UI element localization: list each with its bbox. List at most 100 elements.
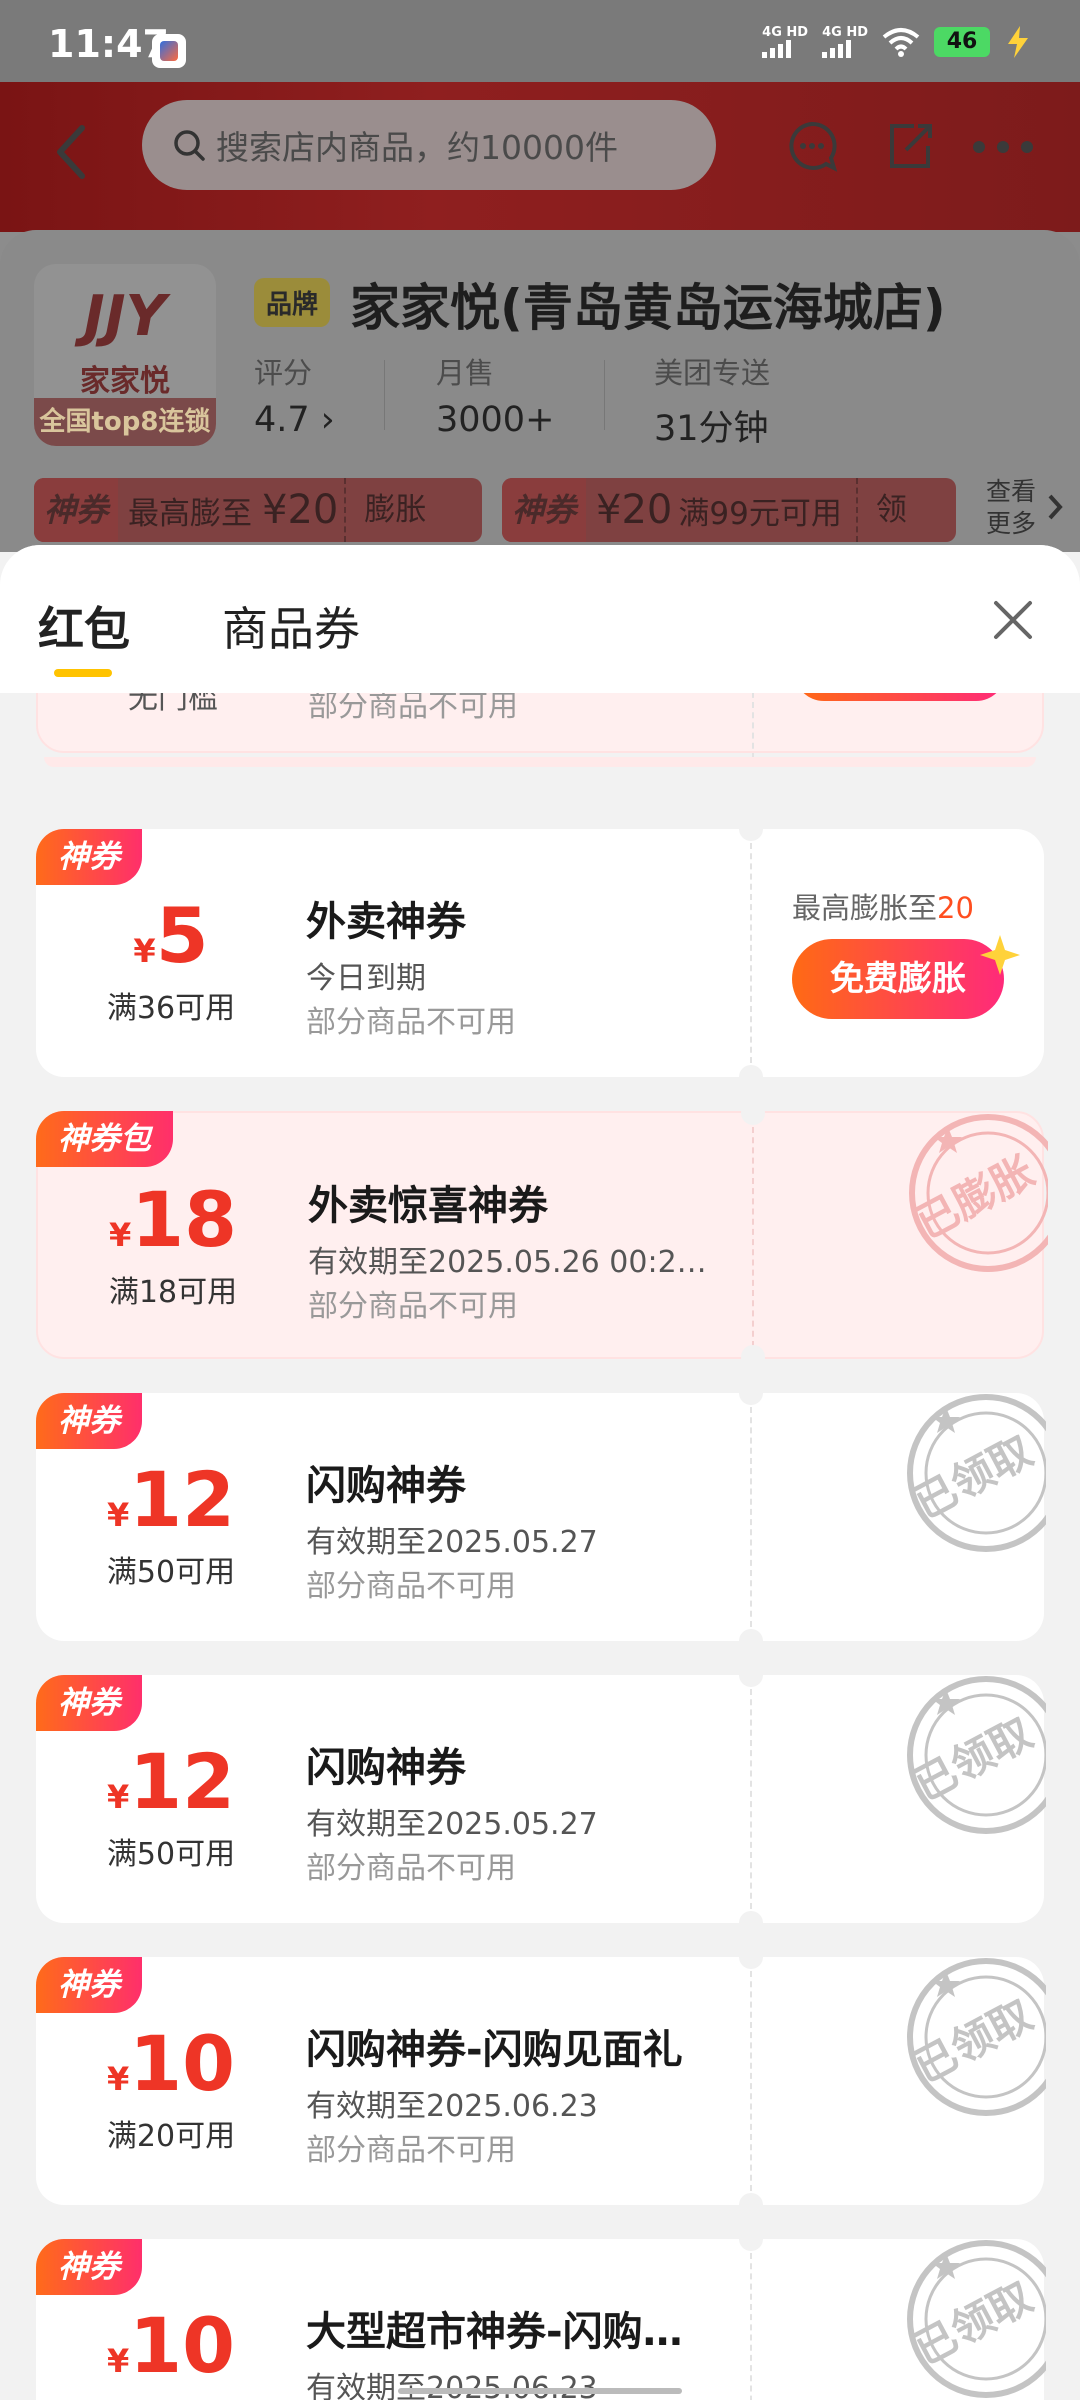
coupon-title: 大型超市神券-闪购…: [306, 2309, 683, 2355]
coupon-list: 无门槛 部分商品不可用 神券 ¥5 满36可用 外卖神券 今日到期 部分商品不可…: [0, 693, 1080, 2400]
more-options-icon[interactable]: [972, 140, 1034, 154]
coupon-divider: [750, 1689, 752, 1909]
amount-value: 12: [129, 1455, 236, 1544]
coupon-notch: [739, 817, 763, 841]
charging-bolt-icon: [1008, 26, 1028, 58]
expanded-stamp-icon: 已膨胀: [908, 1114, 1048, 1272]
coupon-condition: 满50可用: [106, 1837, 236, 1872]
rating-stat[interactable]: 评分 4.7 ›: [254, 350, 335, 440]
battery-indicator: 46: [934, 27, 990, 57]
divider: [384, 360, 385, 430]
amount-value: 10: [129, 2019, 236, 2108]
delivery-label: 美团专送: [654, 356, 771, 390]
currency-symbol: ¥: [106, 2060, 130, 2098]
view-more-line2: 更多: [986, 509, 1037, 538]
coupon-restriction: 部分商品不可用: [306, 1851, 516, 1886]
coupon-expiry: 今日到期: [306, 961, 426, 996]
promo-tag: 神券: [502, 478, 587, 542]
back-arrow-icon[interactable]: [52, 122, 92, 182]
coupon-expiry: 有效期至2025.05.27: [306, 1807, 598, 1842]
free-expand-button[interactable]: 免费膨胀: [792, 939, 1004, 1019]
currency-symbol: ¥: [106, 1778, 130, 1816]
coupon-condition: 满36可用: [106, 991, 236, 1026]
chat-icon[interactable]: [786, 120, 838, 172]
store-search-input[interactable]: 搜索店内商品，约10000件: [142, 100, 716, 190]
stamp-text: 已领取: [906, 2272, 1040, 2374]
coupon-card: 神券 ¥5 满36可用 外卖神券 今日到期 部分商品不可用 最高膨胀至20 免费…: [36, 817, 1044, 1089]
sparkle-icon: [980, 935, 1020, 975]
claimed-stamp-icon: 已领取: [906, 1958, 1046, 2116]
rating-value: 4.7 ›: [254, 400, 335, 440]
store-logo[interactable]: JJY 家家悦 全国top8连锁: [34, 264, 216, 446]
amount-value: 5: [155, 891, 209, 980]
coupon-amount: ¥12: [56, 1737, 286, 1826]
coupon-condition: 无门槛: [128, 693, 218, 716]
coupon-divider: [750, 843, 752, 1063]
close-icon[interactable]: [990, 597, 1036, 643]
search-icon: [174, 130, 205, 161]
currency-symbol: ¥: [106, 2342, 130, 2380]
delivery-stat: 美团专送 31分钟: [654, 350, 770, 451]
amount-value: 12: [129, 1737, 236, 1826]
logo-subtext: 家家悦: [80, 364, 170, 399]
coupon-divider: [752, 1127, 754, 1347]
tab-indicator: [54, 669, 112, 677]
max-expand-value: 20: [937, 891, 974, 925]
tab-red-packet[interactable]: 红包: [38, 593, 130, 659]
coupon-notch: [739, 1663, 763, 1687]
coupon-badge: 神券: [36, 1393, 142, 1449]
max-expand-text: 最高膨胀至20: [792, 885, 974, 927]
tab-product-coupon[interactable]: 商品券: [222, 593, 360, 659]
coupon-card: 神券包 ¥18 满18可用 外卖惊喜神券 有效期至2025.05.26 00:2…: [36, 1101, 1048, 1369]
promo-action: 膨胀: [344, 478, 444, 542]
status-time: 11:47: [48, 22, 169, 66]
coupon-restriction: 部分商品不可用: [306, 1569, 516, 1604]
promo-value: ¥20: [596, 487, 673, 533]
claimed-stamp-icon: 已领取: [906, 2240, 1046, 2398]
coupon-amount: ¥10: [56, 2301, 286, 2390]
coupon-restriction: 部分商品不可用: [308, 1289, 518, 1324]
promo-text: 最高膨至: [128, 495, 253, 532]
promo-coupon[interactable]: 神券 最高膨至 ¥20 膨胀: [34, 478, 482, 542]
amount-value: 18: [131, 1175, 238, 1264]
coupon-notch: [739, 1629, 763, 1653]
coupon-badge: 神券: [36, 829, 142, 885]
coupon-badge: 神券: [36, 1675, 142, 1731]
coupon-notch: [741, 1345, 765, 1369]
coupon-notch: [739, 2227, 763, 2251]
coupon-restriction: 部分商品不可用: [308, 693, 518, 724]
view-more-link[interactable]: 查看 更多: [986, 476, 1036, 540]
coupon-amount: ¥18: [58, 1175, 288, 1264]
currency-symbol: ¥: [108, 1216, 132, 1254]
app-notification-icon: [152, 34, 186, 68]
coupon-action-button[interactable]: [794, 693, 1006, 701]
stamp-text: 已领取: [906, 1426, 1040, 1528]
promo-coupon[interactable]: 神券 ¥20 满99元可用 领: [502, 478, 956, 542]
status-indicators: 4G HD 4G HD 46: [762, 26, 1032, 58]
stacked-card-edge: [44, 757, 1036, 767]
coupon-title: 闪购神券: [306, 1463, 466, 1509]
coupon-card: 神券 ¥10 大型超市神券-闪购… 有效期至2025.06.23 已领取: [36, 2227, 1046, 2400]
coupon-expiry: 有效期至2025.05.27: [306, 1525, 598, 1560]
coupon-divider: [752, 693, 754, 759]
coupon-condition: 满20可用: [106, 2119, 236, 2154]
stamp-text: 已膨胀: [908, 1146, 1042, 1248]
share-icon[interactable]: [884, 120, 936, 172]
coupon-divider: [750, 1971, 752, 2191]
coupon-condition: 满18可用: [108, 1275, 238, 1310]
logo-text: JJY: [83, 284, 167, 349]
promo-value: ¥20: [262, 487, 339, 533]
coupon-notch: [739, 1381, 763, 1405]
coupon-card: 神券 ¥12 满50可用 闪购神券 有效期至2025.05.27 部分商品不可用…: [36, 1381, 1046, 1653]
store-header: 搜索店内商品，约10000件 JJY 家家悦 全国top8连锁 品牌 家家悦(青…: [0, 82, 1080, 552]
coupon-notch: [739, 2193, 763, 2217]
promo-action: 领: [855, 478, 925, 542]
coupon-card: 无门槛 部分商品不可用: [36, 693, 1044, 759]
coupon-title: 外卖神券: [306, 899, 466, 945]
cellular-signal-icon: 4G HD: [762, 26, 808, 58]
logo-footer: 全国top8连锁: [34, 398, 216, 446]
coupon-sheet: 红包 商品券 无门槛 部分商品不可用 神券 ¥5 满36可用 外卖神券 今日到期…: [0, 545, 1080, 2400]
home-indicator[interactable]: [398, 2388, 682, 2394]
sales-value: 3000+: [436, 400, 555, 440]
coupon-expiry: 有效期至2025.06.23: [306, 2089, 598, 2124]
